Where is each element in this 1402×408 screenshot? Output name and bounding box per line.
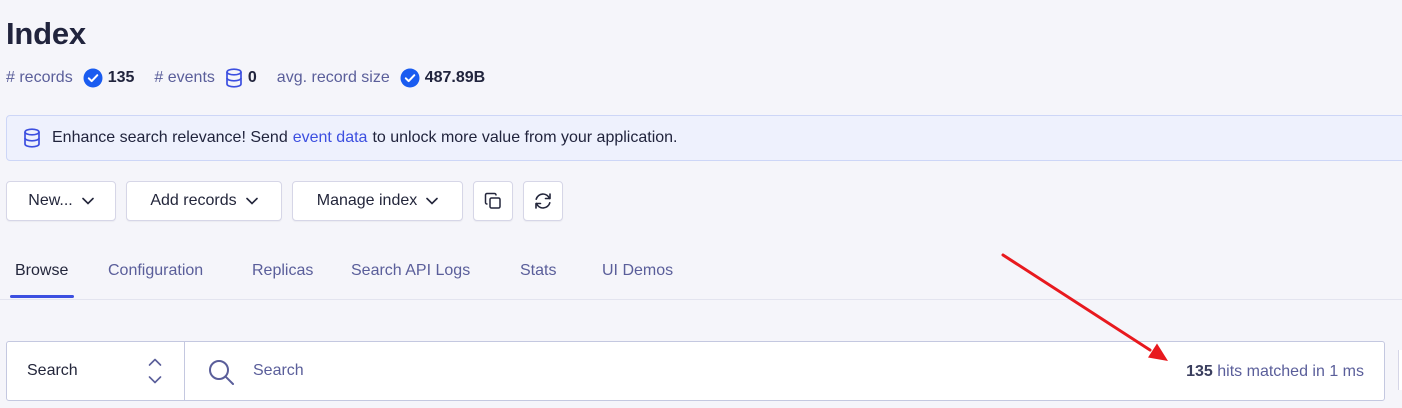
add-records-label: Add records	[150, 192, 237, 209]
search-type-select[interactable]: Search	[7, 342, 185, 400]
hits-summary: 135 hits matched in 1 ms	[1186, 363, 1364, 381]
manage-index-button[interactable]: Manage index	[292, 181, 463, 221]
partial-button[interactable]	[1398, 350, 1402, 390]
tab-replicas[interactable]: Replicas	[252, 262, 313, 280]
database-icon	[225, 68, 243, 88]
banner-text-after: to unlock more value from your applicati…	[372, 129, 678, 146]
active-tab-indicator	[10, 295, 74, 298]
search-icon	[207, 358, 235, 386]
copy-icon	[484, 192, 502, 210]
refresh-icon	[533, 192, 553, 210]
avg-size-value: 487.89B	[424, 69, 486, 86]
new-button[interactable]: New...	[6, 181, 116, 221]
chevron-down-icon	[81, 197, 94, 205]
events-label: # events	[154, 69, 215, 86]
chevron-up-down-icon	[147, 356, 163, 386]
hits-text: hits matched in 1 ms	[1217, 363, 1364, 380]
manage-index-label: Manage index	[316, 192, 418, 209]
refresh-button[interactable]	[523, 181, 563, 221]
event-data-link[interactable]: event data	[293, 129, 368, 147]
chevron-down-icon	[426, 197, 439, 205]
page-title: Index	[6, 16, 86, 51]
search-input[interactable]	[253, 356, 1113, 386]
add-records-button[interactable]: Add records	[126, 181, 282, 221]
event-data-banner: Enhance search relevance! Send event dat…	[6, 115, 1402, 161]
records-value: 135	[107, 69, 135, 86]
check-circle-icon	[83, 68, 103, 88]
database-icon	[23, 128, 41, 148]
new-button-label: New...	[28, 192, 73, 209]
tab-configuration[interactable]: Configuration	[108, 262, 203, 280]
avg-size-label: avg. record size	[276, 69, 390, 86]
tab-stats[interactable]: Stats	[520, 262, 556, 280]
tab-browse[interactable]: Browse	[15, 262, 68, 280]
copy-button[interactable]	[473, 181, 513, 221]
hits-count: 135	[1186, 363, 1213, 380]
tab-search-api-logs[interactable]: Search API Logs	[351, 262, 470, 280]
records-label: # records	[6, 69, 73, 86]
index-tabs: Browse Configuration Replicas Search API…	[0, 253, 1402, 300]
search-type-label: Search	[27, 362, 78, 379]
events-value: 0	[247, 69, 257, 86]
check-circle-icon	[400, 68, 420, 88]
index-stats: # records 135 # events 0 avg. record siz…	[6, 66, 505, 90]
search-bar: Search 135 hits matched in 1 ms	[6, 341, 1385, 401]
tab-ui-demos[interactable]: UI Demos	[602, 262, 673, 280]
chevron-down-icon	[245, 197, 258, 205]
banner-text-before: Enhance search relevance! Send	[52, 129, 288, 146]
